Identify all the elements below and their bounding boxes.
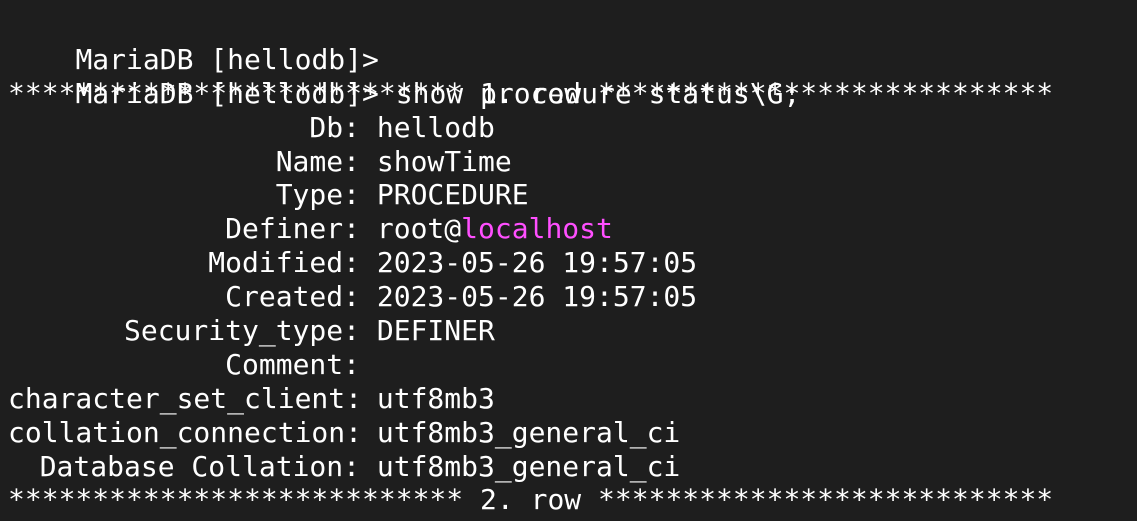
field-value: showTime bbox=[376, 144, 512, 178]
field-label: Database Collation: bbox=[39, 449, 360, 483]
field-value: utf8mb3 bbox=[376, 381, 495, 415]
field-label: collation_connection: bbox=[8, 415, 363, 449]
field-value: 2023-05-26 19:57:05 bbox=[376, 280, 698, 314]
field-label: Modified: bbox=[208, 246, 360, 280]
field-label: Definer: bbox=[225, 212, 360, 246]
field-label: character_set_client: bbox=[8, 381, 363, 415]
field-character-set-client: character_set_client: utf8mb3 bbox=[8, 382, 1137, 416]
field-name: Name: showTime bbox=[8, 145, 1137, 179]
field-label: Type: bbox=[275, 178, 360, 212]
field-value: utf8mb3_general_ci bbox=[376, 449, 681, 483]
prompt: MariaDB [hellodb]> bbox=[75, 42, 379, 76]
field-value: DEFINER bbox=[376, 314, 495, 348]
definer-host: localhost bbox=[461, 212, 613, 246]
field-security-type: Security_type: DEFINER bbox=[8, 314, 1137, 348]
field-created: Created: 2023-05-26 19:57:05 bbox=[8, 280, 1137, 314]
field-label: Comment: bbox=[225, 347, 360, 381]
field-value: PROCEDURE bbox=[376, 178, 529, 212]
field-definer: Definer: root@localhost bbox=[8, 212, 1137, 246]
field-db: Db: hellodb bbox=[8, 111, 1137, 145]
field-modified: Modified: 2023-05-26 19:57:05 bbox=[8, 246, 1137, 280]
terminal-window[interactable]: MariaDB [hellodb]> MariaDB [hellodb]> sh… bbox=[0, 0, 1137, 521]
field-label: Db: bbox=[309, 110, 360, 144]
field-label: Security_type: bbox=[123, 314, 360, 348]
field-collation-connection: collation_connection: utf8mb3_general_ci bbox=[8, 416, 1137, 450]
field-type: Type: PROCEDURE bbox=[8, 178, 1137, 212]
field-value: 2023-05-26 19:57:05 bbox=[376, 246, 698, 280]
field-value: root@ bbox=[376, 212, 462, 246]
row-separator-1: *************************** 1. row *****… bbox=[8, 76, 1054, 110]
field-label: Name: bbox=[275, 144, 360, 178]
field-database-collation: Database Collation: utf8mb3_general_ci bbox=[8, 450, 1137, 484]
field-comment: Comment: bbox=[8, 348, 1137, 382]
field-label: Created: bbox=[225, 280, 360, 314]
row-separator-2: *************************** 2. row *****… bbox=[8, 483, 1054, 517]
field-value: utf8mb3_general_ci bbox=[376, 415, 681, 449]
prompt-line-1: MariaDB [hellodb]> bbox=[8, 9, 1137, 76]
field-value: hellodb bbox=[376, 110, 495, 144]
